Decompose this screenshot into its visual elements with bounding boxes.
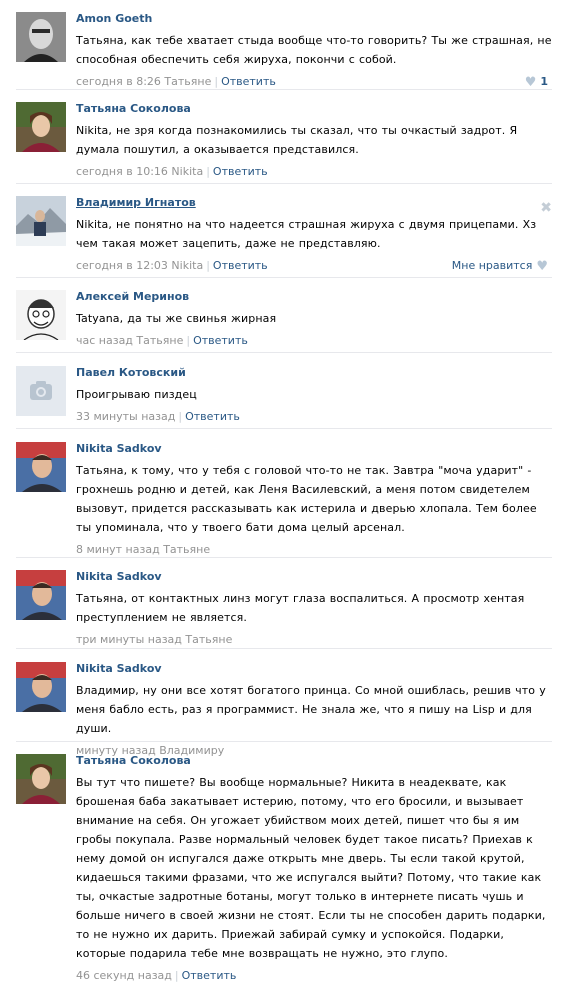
like-count: 1 [540,75,548,88]
comment-text: Проигрываю пиздец [76,388,197,401]
author-link[interactable]: Павел Котовский [76,366,186,380]
avatar[interactable] [16,102,66,152]
author-link[interactable]: Nikita Sadkov [76,662,162,676]
avatar[interactable] [16,754,66,804]
comment-time[interactable]: три минуты назад [76,633,182,646]
separator: | [206,165,210,178]
divider [16,183,552,184]
reply-button[interactable]: Ответить [185,410,240,423]
comment-meta: сегодня в 10:16 Nikita | Ответить [76,165,552,181]
divider [16,648,552,649]
author-link[interactable]: Nikita Sadkov [76,570,162,584]
separator: | [206,259,210,272]
author-link[interactable]: Amon Goeth [76,12,152,26]
author-link[interactable]: Владимир Игнатов [76,196,196,210]
comment-text: Вы тут что пишете? Вы вообще нормальные?… [76,776,546,960]
comment-item: Amon Goeth Татьяна, как тебе хватает сты… [0,8,564,90]
comment-item: Nikita Sadkov Владимир, ну они все хотят… [0,662,564,757]
reply-to[interactable]: Татьяне [185,633,232,646]
divider [16,741,552,742]
comment-meta: три минуты назад Татьяне [76,633,552,649]
comment-time[interactable]: сегодня в 8:26 [76,75,161,88]
divider [16,557,552,558]
comment-time[interactable]: 8 минут назад [76,543,160,556]
reply-to[interactable]: Татьяне [163,543,210,556]
comment-text: Nikita, не понятно на что надеется страш… [76,218,537,250]
heart-icon: ♥ [524,74,537,90]
author-link[interactable]: Татьяна Соколова [76,102,191,116]
like-button[interactable]: ♥ 1 [525,75,548,89]
comment-item: Павел Котовский Проигрываю пиздец 33 мин… [0,366,564,428]
separator: | [174,969,179,982]
divider [16,428,552,429]
reply-button[interactable]: Ответить [213,259,268,272]
avatar[interactable] [16,366,66,416]
avatar[interactable] [16,290,66,340]
comment-item: Nikita Sadkov Татьяна, от контактных лин… [0,570,564,646]
avatar[interactable] [16,570,66,620]
reply-to[interactable]: Татьяне [164,75,211,88]
comment-item: Nikita Sadkov Татьяна, к тому, что у теб… [0,442,564,556]
heart-icon: ♥ [536,258,548,274]
comment-text: Татьяна, к тому, что у тебя с головой чт… [76,464,537,534]
reply-button[interactable]: Ответить [213,165,268,178]
comment-text: Владимир, ну они все хотят богатого прин… [76,684,546,735]
comment-time[interactable]: час назад [76,334,133,347]
avatar[interactable] [16,12,66,62]
comment-time[interactable]: сегодня в 10:16 [76,165,168,178]
close-icon[interactable]: ✖ [540,200,552,216]
comment-meta: 33 минуты назад | Ответить [76,410,552,426]
reply-button[interactable]: Ответить [221,75,276,88]
comment-text: Nikita, не зря когда познакомились ты ск… [76,124,518,156]
like-button[interactable]: Мне нравится ♥ [452,259,548,273]
comment-meta: сегодня в 12:03 Nikita | Ответить Мне нрав… [76,259,552,275]
comment-time[interactable]: 33 минуты назад [76,410,175,423]
separator: | [214,75,219,88]
comment-time[interactable]: сегодня в 12:03 [76,259,168,272]
reply-button[interactable]: Ответить [182,969,237,982]
reply-button[interactable]: Ответить [193,334,248,347]
avatar[interactable] [16,196,66,246]
comment-meta: 46 секунд назад | Ответить [76,969,552,985]
comment-item: Татьяна Соколова Вы тут что пишете? Вы в… [0,754,564,982]
comment-item: Алексей Меринов Tatyana, да ты же свинья… [0,290,564,352]
comment-time[interactable]: 46 секунд назад [76,969,172,982]
comment-meta: час назад Татьяне | Ответить [76,334,552,350]
avatar[interactable] [16,662,66,712]
comment-item: Татьяна Соколова Nikita, не зря когда по… [0,102,564,184]
comment-text: Tatyana, да ты же свинья жирная [76,312,277,325]
author-link[interactable]: Алексей Меринов [76,290,189,304]
divider [16,89,552,90]
separator: | [178,410,183,423]
reply-to[interactable]: Татьяне [136,334,183,347]
separator: | [186,334,191,347]
like-label: Мне нравится [451,259,533,272]
divider [16,352,552,353]
divider [16,277,552,278]
author-link[interactable]: Nikita Sadkov [76,442,162,456]
reply-to[interactable]: Nikita [171,259,203,272]
comment-text: Татьяна, как тебе хватает стыда вообще ч… [76,34,552,66]
comment-item: Владимир Игнатов Nikita, не понятно на ч… [0,196,564,278]
reply-to[interactable]: Nikita [171,165,203,178]
comment-text: Татьяна, от контактных линз могут глаза … [76,592,525,624]
author-link[interactable]: Татьяна Соколова [76,754,191,768]
avatar[interactable] [16,442,66,492]
